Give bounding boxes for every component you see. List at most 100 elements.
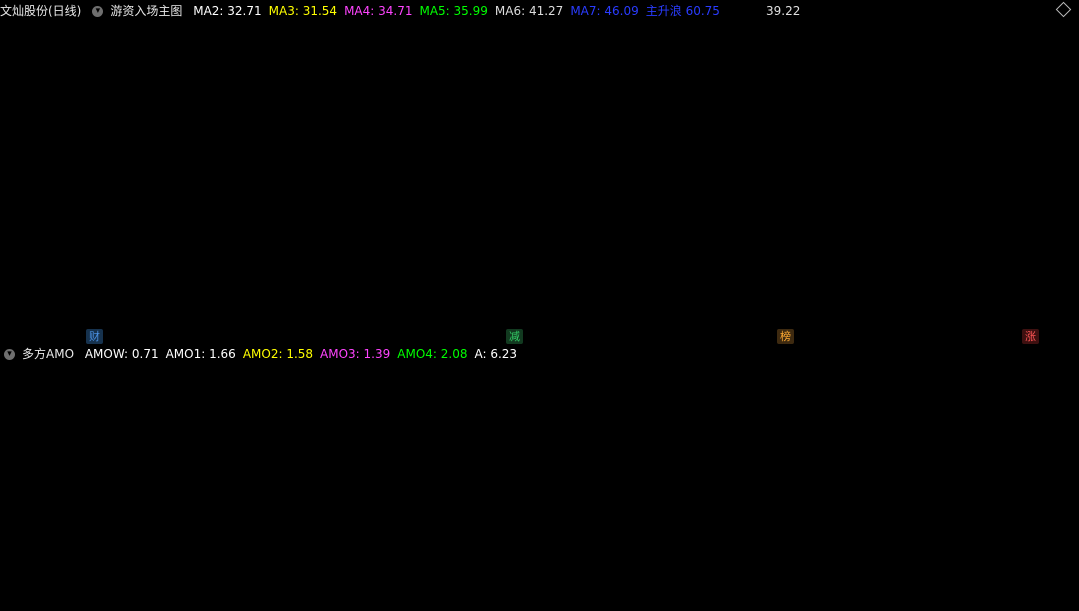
indicator-name[interactable]: 游资入场主图 (110, 4, 182, 18)
candle-body-up (658, 163, 664, 172)
event-badge-0[interactable]: 财 (86, 329, 103, 344)
volume-bar-down (134, 569, 140, 610)
volume-bar-down (350, 586, 356, 610)
high-price-label: 71.00 (566, 61, 600, 75)
ma7-dot (667, 95, 671, 100)
event-badge-3[interactable]: 涨 (1022, 329, 1039, 344)
volume-bar-up (165, 563, 172, 611)
ma7-dot (993, 100, 998, 104)
volume-bar-up (72, 569, 79, 611)
ma7-dot (874, 98, 878, 103)
candle-body-up (1035, 209, 1042, 220)
volume-bar-up (819, 563, 826, 611)
ma7-dot (598, 94, 602, 98)
ma-value-5: MA7: 46.09 (570, 4, 639, 18)
volume-bar-up (642, 589, 649, 611)
stock-title[interactable]: 文灿股份(日线) (0, 4, 81, 18)
ma7-dot (860, 98, 865, 103)
volume-bar-down (104, 587, 110, 610)
ma7-dot (616, 94, 621, 99)
candle-body-up (511, 121, 518, 127)
candle-body-down (966, 196, 972, 205)
ma7-dot (947, 99, 952, 104)
magenta-candle-3 (540, 85, 550, 109)
ma7-dot (657, 95, 662, 100)
volume-bar-up (1043, 574, 1049, 611)
ma7-dot (736, 96, 740, 101)
ma7-dot (855, 98, 860, 103)
ma7-dot (851, 98, 855, 103)
volume-bar-down (427, 562, 433, 610)
ma7-dot (938, 99, 943, 104)
volume-bar-up (149, 578, 156, 611)
main-rise-label-4: ↑主升浪 (283, 302, 329, 317)
volume-bar-up (211, 570, 218, 611)
ma7-dot (23, 183, 27, 187)
ma7-dot (699, 96, 704, 100)
ma7-dot (561, 94, 566, 98)
chart-canvas[interactable]: 71.0028.48 →游资入场游资入场↑主升浪↑主升浪↑主升浪↑主升浪 ↑主升浪… (0, 0, 1079, 611)
ma7-dot (41, 183, 46, 187)
candle-body-down (750, 150, 756, 163)
candle-body-down (573, 94, 579, 106)
ma7-dot (708, 96, 713, 101)
volume-bar-down (758, 585, 764, 610)
ma7-dot (920, 99, 924, 103)
ma7-dot (892, 98, 897, 103)
ma7-dot (956, 99, 961, 104)
sub-indicator-dropdown-icon[interactable]: ▾ (4, 349, 15, 360)
candle-body-down (389, 110, 394, 121)
volume-bar-down (966, 568, 972, 610)
volume-bar-down (188, 569, 194, 610)
yellow-volume-0 (118, 430, 123, 610)
volume-bar-down (512, 588, 518, 610)
candle-body-down (743, 152, 749, 159)
ma7-dot (4, 183, 9, 187)
ma7-dot (979, 99, 984, 104)
candle-body-down (473, 113, 479, 121)
candle-body-up (850, 188, 857, 198)
candle-body-down (57, 209, 63, 215)
low-price-label: 28.48 → (972, 228, 1016, 241)
event-badge-1[interactable]: 减 (506, 329, 523, 344)
volume-bar-down (712, 589, 718, 610)
yellow-candle-1 (160, 161, 165, 175)
ma7-dot (644, 95, 648, 99)
indicator-dropdown-icon[interactable]: ▾ (92, 6, 104, 17)
stock-chart-window[interactable]: 文灿股份(日线) ▾ 游资入场主图 MA2: 32.71 MA3: 31.54 MA4:… (0, 0, 1079, 611)
ma7-dot (64, 183, 69, 187)
ma7-dot (694, 96, 699, 100)
candle-body-down (481, 117, 487, 124)
ma7-dot (952, 99, 957, 104)
volume-bar-up (927, 553, 934, 611)
ma7-dot (731, 96, 736, 101)
candle-body-down (858, 188, 864, 193)
candle-body-down (897, 182, 903, 191)
volume-bar-up (457, 554, 464, 611)
double-mark-1: 倍 (283, 472, 294, 486)
candle-body-down (951, 190, 957, 196)
ma7-dot (786, 97, 791, 102)
volume-bar-down (874, 547, 880, 610)
ma7-dot (588, 94, 593, 98)
ma7-dot (1016, 100, 1021, 104)
event-badge-2[interactable]: 榜 (777, 329, 794, 344)
ma7-dot (193, 154, 198, 159)
diamond-icon[interactable] (1055, 1, 1072, 18)
candle-body-up (119, 196, 125, 204)
magenta-candle-4 (1024, 209, 1034, 221)
ma7-dot (897, 98, 901, 103)
volume-bar-up (111, 573, 118, 611)
ma7-dot (841, 98, 846, 102)
ma7-dot (961, 99, 966, 104)
sub-indicator-name[interactable]: 多方AMO (22, 347, 74, 361)
main-rise-label-1: ↑主升浪 (120, 310, 166, 325)
volume-bar-up (788, 549, 795, 611)
candle-body-down (404, 105, 410, 110)
volume-bar-up (735, 579, 741, 611)
volume-bar-down (96, 578, 102, 610)
ma-value-0: MA2: 32.71 (193, 4, 262, 18)
ma7-dot (754, 97, 759, 101)
ma7-dot (749, 96, 754, 101)
candle-body-up (450, 99, 457, 112)
